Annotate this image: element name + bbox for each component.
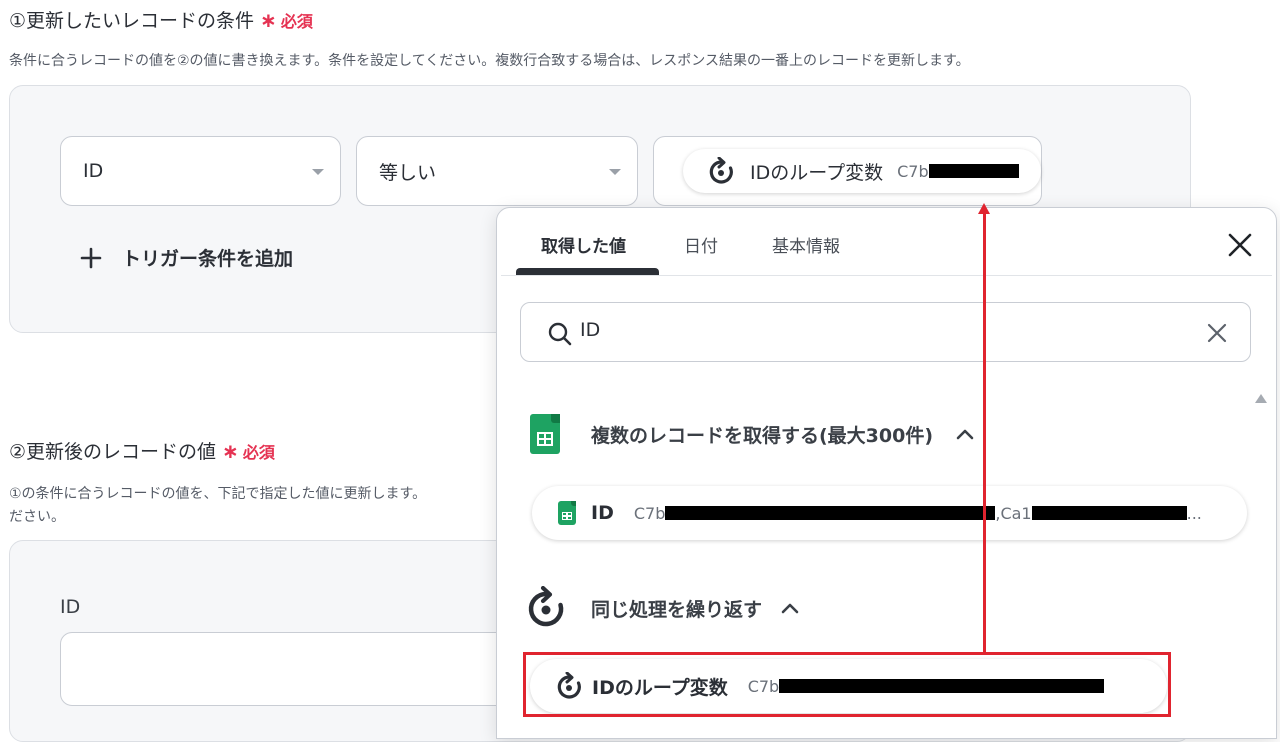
section2-title: ②更新後のレコードの値 ∗ 必須 bbox=[9, 437, 275, 464]
value-option-prefix: C7b bbox=[633, 503, 666, 523]
tab-acquired-values[interactable]: 取得した値 bbox=[541, 232, 626, 257]
value-option-ellipsis: ... bbox=[1186, 503, 1202, 523]
clear-icon[interactable] bbox=[1207, 323, 1227, 343]
annotation-arrow-line bbox=[983, 213, 986, 653]
loop-icon bbox=[528, 586, 564, 627]
loop-variable-chip[interactable]: IDのループ変数 C7b bbox=[683, 149, 1041, 193]
required-badge: ∗ 必須 bbox=[222, 438, 275, 463]
required-badge: ∗ 必須 bbox=[260, 7, 313, 32]
redacted-value bbox=[665, 506, 996, 520]
chip-label: IDのループ変数 bbox=[750, 161, 884, 184]
value-option-mid: ,Ca1 bbox=[995, 503, 1032, 523]
operator-select-value: 等しい bbox=[379, 161, 437, 184]
section2-description-line1: ①の条件に合うレコードの値を、下記で指定した値に更新します。 bbox=[9, 486, 427, 502]
value-input[interactable]: IDのループ変数 C7b bbox=[653, 136, 1042, 206]
add-condition-label: トリガー条件を追加 bbox=[122, 248, 294, 270]
chip-value: C7b bbox=[897, 161, 929, 181]
group-get-records-title: 複数のレコードを取得する(最大300件) bbox=[591, 424, 934, 447]
section1-title: ①更新したいレコードの条件 ∗ 必須 bbox=[9, 6, 313, 33]
sheets-icon bbox=[530, 414, 560, 454]
tab-date[interactable]: 日付 bbox=[684, 232, 718, 257]
section1-description: 条件に合うレコードの値を②の値に書き換えます。条件を設定してください。複数行合致… bbox=[9, 53, 970, 69]
tab-basic-info[interactable]: 基本情報 bbox=[772, 232, 840, 257]
required-text: 必須 bbox=[280, 11, 313, 31]
operator-select[interactable]: 等しい bbox=[356, 136, 638, 206]
active-tab-indicator bbox=[516, 268, 659, 275]
caret-down-icon bbox=[312, 169, 324, 175]
chevron-up-icon bbox=[956, 429, 974, 440]
redacted-value bbox=[1031, 506, 1187, 520]
redacted-value bbox=[928, 164, 1019, 178]
group-loop-header[interactable]: 同じ処理を繰り返す bbox=[526, 586, 800, 630]
section2-title-text: ②更新後のレコードの値 bbox=[9, 441, 217, 463]
annotation-arrow-head bbox=[978, 203, 990, 214]
scroll-up-arrow-icon[interactable] bbox=[1255, 394, 1267, 403]
chevron-up-icon bbox=[781, 603, 799, 614]
plus-icon bbox=[80, 247, 102, 268]
required-text: 必須 bbox=[242, 442, 275, 462]
caret-down-icon bbox=[609, 169, 621, 175]
search-input[interactable]: ID bbox=[520, 302, 1251, 362]
sheets-icon bbox=[558, 501, 576, 525]
add-condition-button[interactable]: トリガー条件を追加 bbox=[80, 244, 293, 271]
search-input-value: ID bbox=[580, 319, 601, 341]
field-select-value: ID bbox=[83, 160, 104, 182]
search-icon bbox=[548, 322, 572, 346]
group-loop-title: 同じ処理を繰り返す bbox=[591, 598, 763, 621]
section2-description-line2: ださい。 bbox=[9, 509, 65, 525]
loop-icon bbox=[709, 157, 733, 184]
tabs-divider bbox=[501, 275, 1272, 276]
id-field-label: ID bbox=[60, 596, 81, 618]
field-select[interactable]: ID bbox=[60, 136, 341, 206]
highlight-box bbox=[523, 652, 1171, 717]
value-option-name: ID bbox=[591, 502, 614, 524]
section1-title-text: ①更新したいレコードの条件 bbox=[9, 10, 255, 32]
group-get-records-header[interactable]: 複数のレコードを取得する(最大300件) bbox=[530, 414, 975, 454]
close-icon[interactable] bbox=[1228, 233, 1252, 257]
value-option-id[interactable]: ID C7b ,Ca1 ... bbox=[532, 486, 1247, 540]
